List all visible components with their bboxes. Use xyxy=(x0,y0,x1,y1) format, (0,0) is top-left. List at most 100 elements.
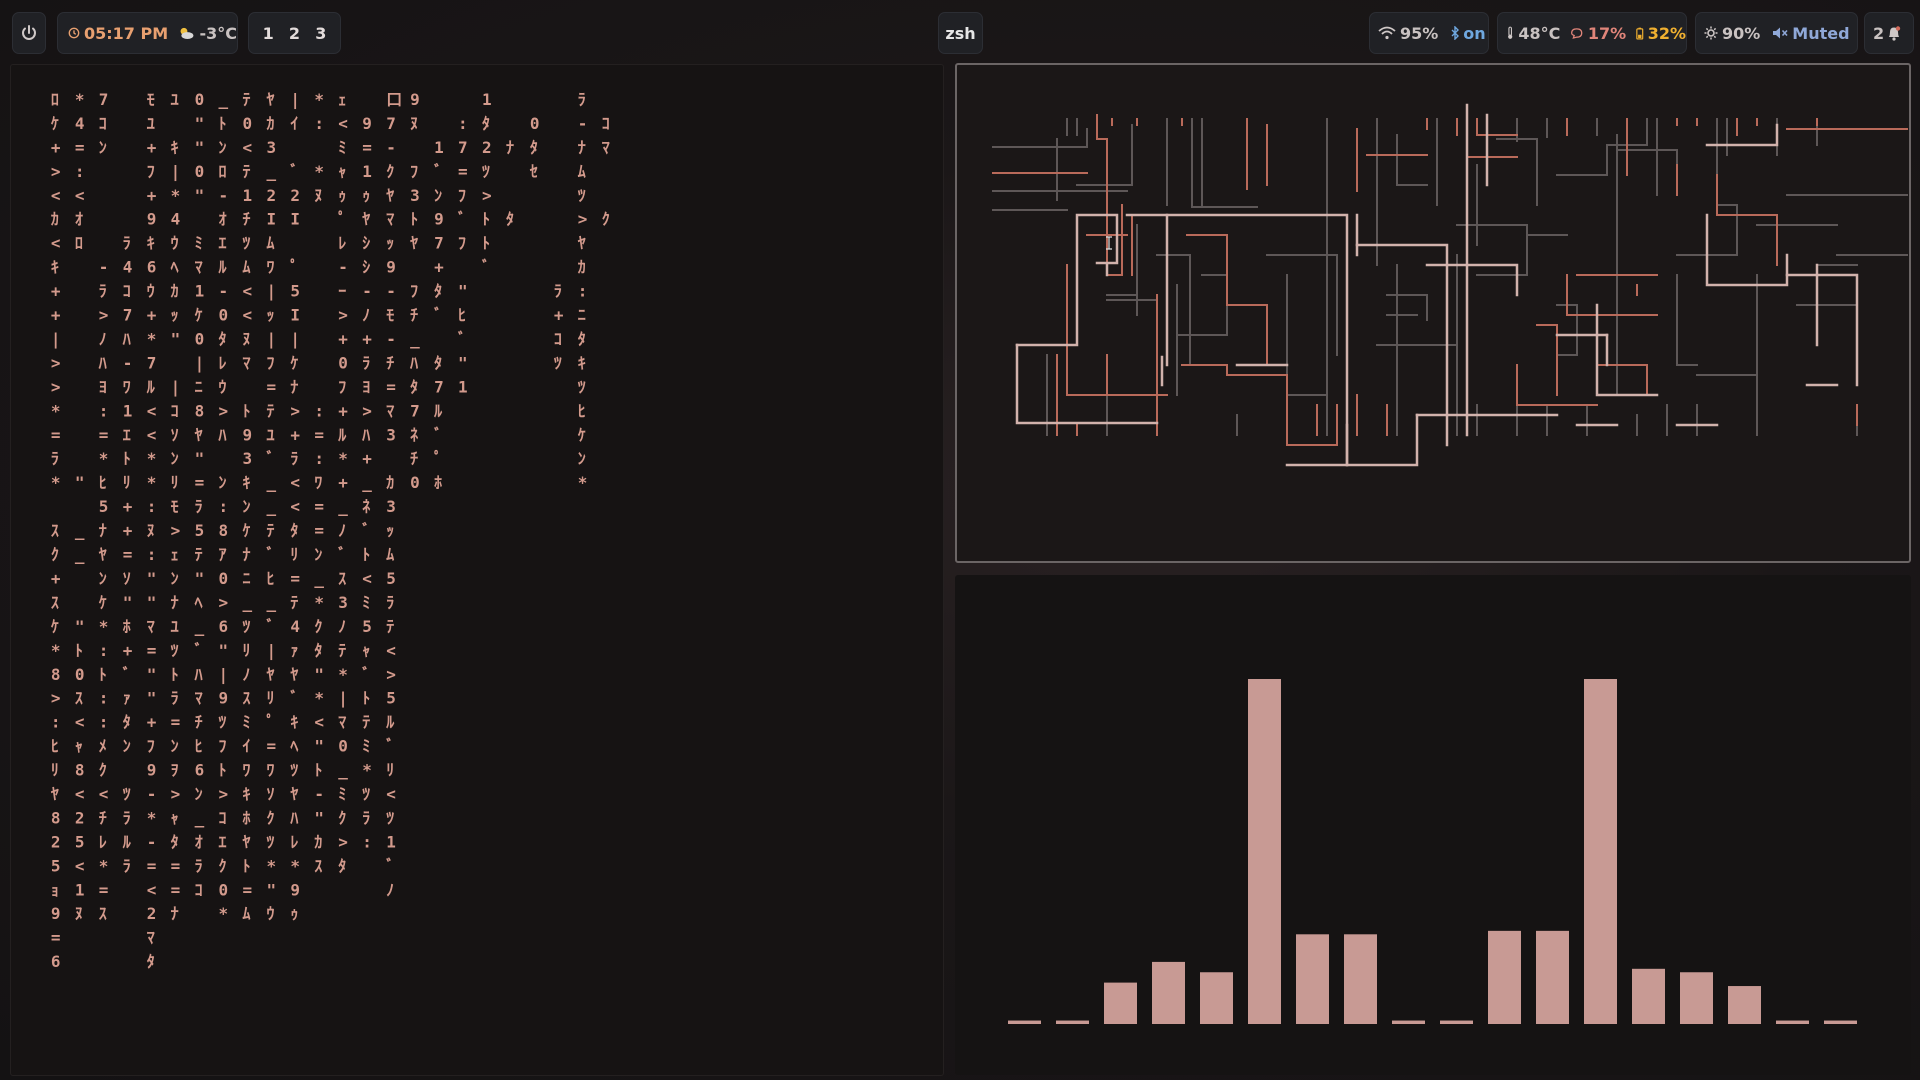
network-widget[interactable]: 95% on xyxy=(1369,12,1489,54)
matrix-glyph: | xyxy=(290,90,300,110)
clock-time: 05:17 PM xyxy=(83,23,169,43)
matrix-glyph: = xyxy=(51,928,61,947)
matrix-glyph: 5 xyxy=(386,569,396,588)
matrix-glyph: ﾑ xyxy=(243,258,251,277)
matrix-glyph: ﾅ xyxy=(171,904,179,923)
matrix-glyph: ﾘ xyxy=(123,473,131,492)
matrix-glyph: ﾌ xyxy=(219,737,227,756)
matrix-glyph: ﾗ xyxy=(123,808,131,827)
matrix-glyph: ﾝ xyxy=(219,138,227,157)
matrix-glyph: ﾄ xyxy=(243,856,251,875)
matrix-glyph: = xyxy=(171,880,181,899)
matrix-glyph: ﾇ xyxy=(314,186,322,205)
matrix-glyph: ﾃ xyxy=(243,90,251,109)
matrix-glyph: - xyxy=(578,114,588,133)
matrix-glyph: 5 xyxy=(75,832,85,851)
matrix-glyph: 2 xyxy=(266,186,276,205)
matrix-glyph: ﾂ xyxy=(482,162,490,181)
speaker-muted-icon xyxy=(1773,27,1788,39)
matrix-glyph: ｲ xyxy=(290,114,298,133)
matrix-glyph: ﾞ xyxy=(361,521,370,540)
brightness-volume-widget[interactable]: 90% Muted xyxy=(1695,12,1858,54)
workspace-switcher: 1 2 3 xyxy=(248,12,341,54)
visualizer-bar xyxy=(1632,968,1665,1024)
matrix-glyph: : xyxy=(314,449,324,468)
matrix-glyph: ｹ xyxy=(99,593,107,612)
matrix-glyph: 9 xyxy=(243,425,253,444)
matrix-glyph: ﾉ xyxy=(99,329,107,348)
matrix-glyph: ｸ xyxy=(266,808,274,827)
workspace-3[interactable]: 3 xyxy=(315,24,326,43)
matrix-glyph: 8 xyxy=(195,401,205,420)
matrix-glyph: " xyxy=(75,473,85,492)
matrix-glyph: * xyxy=(51,473,61,492)
workspace-1[interactable]: 1 xyxy=(263,24,274,43)
visualizer-bar xyxy=(1392,1020,1425,1024)
terminal-matrix-rain[interactable]: ﾛｹ + > < ｶ < ｷ + + | > > * = ﾗ * ｽｸ + ｽｹ * 8 >: ﾋﾘﾔ 8 2 5 ｮ 9 = 6 * 4 =:… xyxy=(10,64,944,1076)
matrix-glyph: * xyxy=(314,90,324,109)
matrix-glyph: ﾛ xyxy=(51,90,59,109)
matrix-glyph: ﾗ xyxy=(51,449,59,468)
matrix-glyph: ｬ xyxy=(75,737,83,756)
matrix-glyph: ﾑ xyxy=(266,234,274,253)
matrix-glyph: ﾄ xyxy=(171,665,179,684)
matrix-glyph: ｹ xyxy=(51,617,59,636)
matrix-glyph: ｪ xyxy=(338,90,346,109)
matrix-glyph: ﾑ xyxy=(386,545,394,564)
matrix-glyph: < xyxy=(314,713,324,732)
clock-icon xyxy=(68,27,80,39)
matrix-glyph: " xyxy=(266,880,276,899)
matrix-glyph: ﾙ xyxy=(146,377,156,396)
matrix-glyph: 7 xyxy=(99,90,109,109)
matrix-glyph: * xyxy=(99,856,109,875)
matrix-glyph: ﾂ xyxy=(123,785,131,804)
wifi-strength: 95% xyxy=(1400,23,1439,43)
matrix-glyph: = xyxy=(314,425,324,444)
workspace-2[interactable]: 2 xyxy=(289,24,300,43)
matrix-glyph: ﾟ xyxy=(290,258,298,277)
matrix-glyph: _ xyxy=(219,90,229,109)
matrix-glyph: 1 xyxy=(482,90,492,109)
matrix-glyph: < xyxy=(386,641,396,660)
matrix-glyph: + xyxy=(338,329,348,348)
matrix-glyph: 5 xyxy=(99,497,109,516)
clock-weather-widget[interactable]: 05:17 PM -3°C xyxy=(57,12,238,54)
matrix-glyph: ｩ xyxy=(338,186,346,205)
matrix-glyph: ﾞ xyxy=(265,449,274,468)
matrix-glyph: ﾑ xyxy=(243,904,251,923)
matrix-glyph: ﾕ xyxy=(171,90,179,109)
matrix-glyph: ﾙ xyxy=(385,713,395,732)
matrix-glyph: > xyxy=(219,593,229,612)
power-button[interactable] xyxy=(12,12,46,54)
system-stats-widget[interactable]: 48°C 17% 32% xyxy=(1497,12,1687,54)
matrix-glyph: * xyxy=(314,593,324,612)
visualizer-bar xyxy=(1680,972,1713,1024)
matrix-glyph: * xyxy=(314,162,324,181)
matrix-glyph: ﾝ xyxy=(243,497,251,516)
matrix-glyph: ﾄ xyxy=(482,210,490,229)
matrix-glyph: ﾞ xyxy=(385,856,394,875)
terminal-pipes-screensaver[interactable] xyxy=(955,63,1911,563)
notifications-widget[interactable]: 2 xyxy=(1864,12,1914,54)
matrix-glyph: _ xyxy=(243,593,253,612)
matrix-glyph: ﾞ xyxy=(289,162,298,181)
matrix-glyph: " xyxy=(147,569,157,588)
matrix-glyph: = xyxy=(99,425,109,444)
matrix-glyph: ｷ xyxy=(243,785,251,804)
audio-visualizer xyxy=(955,575,1911,1075)
matrix-glyph: ｸ xyxy=(51,545,59,564)
matrix-glyph: ﾏ xyxy=(195,258,203,277)
matrix-glyph: ﾄ xyxy=(314,761,322,780)
status-bar: 05:17 PM -3°C 1 2 3 zsh 95% on 48°C 17% … xyxy=(0,8,1920,58)
matrix-glyph: ｼ xyxy=(362,258,370,277)
visualizer-bar xyxy=(1152,961,1185,1024)
matrix-glyph: _ xyxy=(410,329,420,348)
matrix-glyph: ｵ xyxy=(219,210,227,229)
cpu-icon xyxy=(1571,28,1583,39)
matrix-glyph: - xyxy=(99,258,109,277)
matrix-glyph: ﾔ xyxy=(290,785,298,804)
matrix-glyph: ﾋ xyxy=(266,569,274,588)
matrix-glyph: ﾂ xyxy=(554,353,562,372)
matrix-glyph: ｿ xyxy=(123,569,131,588)
matrix-glyph: ﾟ xyxy=(338,210,346,229)
